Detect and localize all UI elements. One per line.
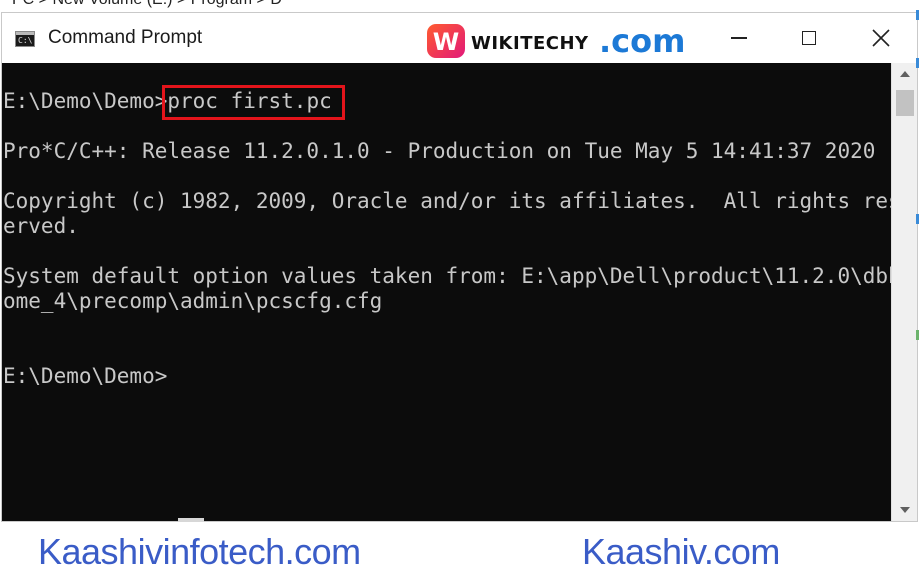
console-icon-glyph: C:\ [18,36,33,45]
scroll-up-button[interactable] [892,63,917,85]
footer-link-kaashivinfotech[interactable]: Kaashivinfotech.com [38,531,361,573]
command-highlight-box [162,85,345,120]
close-button[interactable] [851,13,911,63]
minimize-button[interactable] [709,13,769,63]
prompt: E:\Demo\Demo> [3,89,168,113]
window-title: Command Prompt [48,27,203,48]
output-line: System default option values taken from:… [3,264,891,288]
logo-mark-letter: W [432,28,460,56]
output-line: erved. [3,214,79,238]
final-prompt: E:\Demo\Demo> [3,364,168,388]
footer: Kaashivinfotech.com Kaashiv.com [0,522,920,581]
arrow-up-icon [899,71,910,77]
footer-link-kaashiv[interactable]: Kaashiv.com [582,531,780,573]
background-window-strip: PC > New Volume (E:) > Program > D [0,0,920,12]
output-line: Copyright (c) 1982, 2009, Oracle and/or … [3,189,891,213]
vertical-scrollbar[interactable] [891,63,917,521]
logo-mark-icon: W [427,24,465,58]
output-line: Pro*C/C++: Release 11.2.0.1.0 - Producti… [3,139,876,163]
console-output[interactable]: E:\Demo\Demo>proc first.pc Pro*C/C++: Re… [2,63,891,521]
scroll-down-button[interactable] [892,499,917,521]
right-edge-marks [915,0,920,581]
background-text: PC > New Volume (E:) > Program > D [12,0,282,9]
output-line: ome_4\precomp\admin\pcscfg.cfg [3,289,383,313]
scroll-thumb[interactable] [896,90,914,116]
close-icon [872,29,890,47]
minimize-icon [731,37,747,39]
logo-name: WIKITECHY [471,33,589,54]
arrow-down-icon [899,507,910,513]
console-icon[interactable]: C:\ [15,31,35,47]
command-prompt-window: C:\ Command Prompt W WIKITECHY .com E:\D… [1,12,918,522]
title-bar[interactable]: C:\ Command Prompt W WIKITECHY .com [2,13,917,63]
maximize-icon [802,31,816,45]
logo-suffix: .com [599,22,686,60]
maximize-button[interactable] [779,13,839,63]
